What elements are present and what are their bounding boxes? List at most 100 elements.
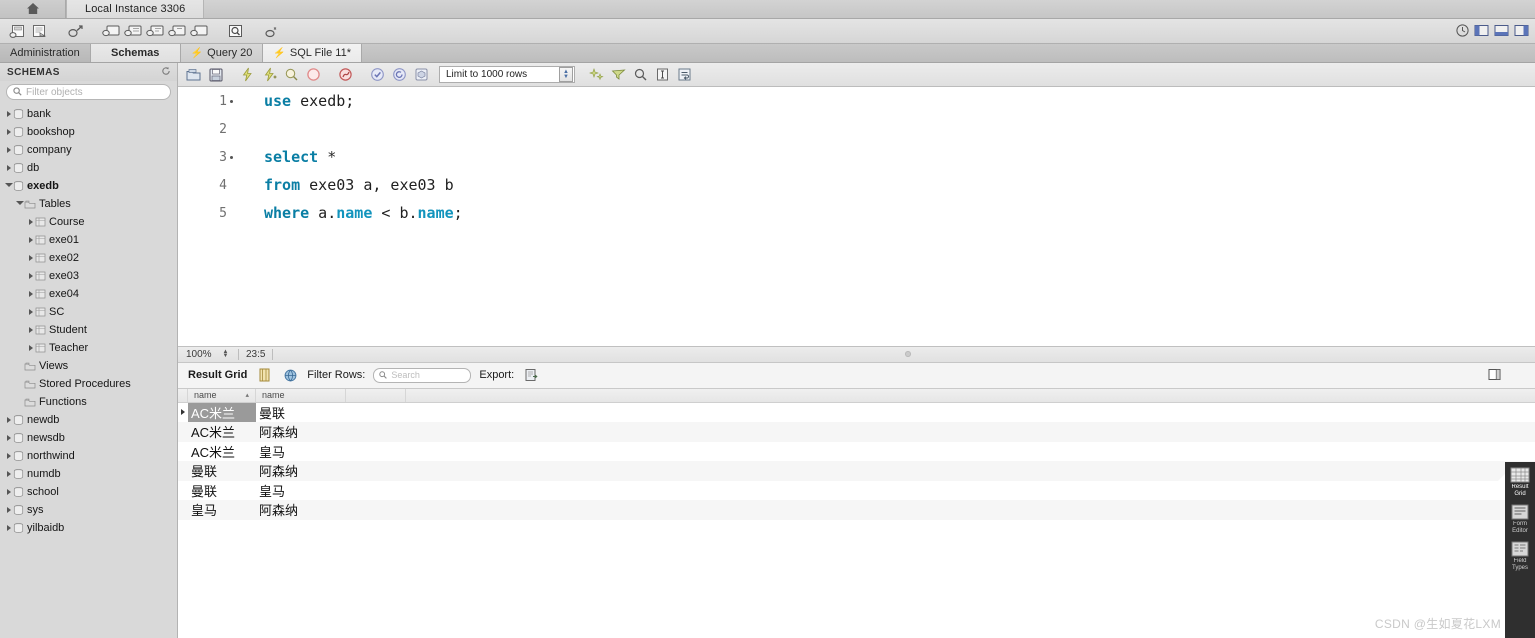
cell-name-a[interactable]: AC米兰 <box>188 422 256 442</box>
table-row[interactable]: 皇马 阿森纳 <box>178 500 1535 520</box>
autocommit-icon[interactable] <box>411 65 432 85</box>
rail-item-field-types[interactable]: Field Types <box>1506 540 1534 572</box>
cell-name-a[interactable]: 曼联 <box>188 461 256 481</box>
grid-icon[interactable] <box>255 366 273 384</box>
tab-administration[interactable]: Administration <box>0 44 91 62</box>
tree-item-yilbaidb[interactable]: yilbaidb <box>0 519 177 537</box>
explain-icon[interactable] <box>281 65 302 85</box>
refresh-icon[interactable] <box>161 66 171 79</box>
tab-query-20[interactable]: ⚡ Query 20 <box>180 44 264 62</box>
tree-item-student[interactable]: Student <box>0 321 177 339</box>
new-schema-icon[interactable] <box>6 21 28 41</box>
chevron-right-icon[interactable] <box>4 519 13 537</box>
execute-icon[interactable] <box>237 65 258 85</box>
tree-item-tables[interactable]: Tables <box>0 195 177 213</box>
chevron-right-icon[interactable] <box>4 465 13 483</box>
tree-item-exe02[interactable]: exe02 <box>0 249 177 267</box>
chevron-down-icon[interactable] <box>15 195 24 213</box>
search-icon[interactable] <box>630 65 651 85</box>
code-line[interactable]: 3 select * <box>178 143 1535 171</box>
chevron-right-icon[interactable] <box>4 429 13 447</box>
chevron-right-icon[interactable] <box>4 411 13 429</box>
tree-item-northwind[interactable]: northwind <box>0 447 177 465</box>
tree-item-newdb[interactable]: newdb <box>0 411 177 429</box>
rollback-icon[interactable] <box>389 65 410 85</box>
cell-name-b[interactable]: 阿森纳 <box>256 461 346 481</box>
results-splitter[interactable] <box>280 351 1535 357</box>
stop-on-error-icon[interactable] <box>335 65 356 85</box>
table-row[interactable]: AC米兰 阿森纳 <box>178 422 1535 442</box>
result-grid-rows[interactable]: AC米兰 曼联 AC米兰 阿森纳 AC米兰 皇马 曼联 阿森纳 曼联 皇马 皇马 阿森纳 <box>178 402 1535 520</box>
tree-item-exedb[interactable]: exedb <box>0 177 177 195</box>
cell-name-a[interactable]: 曼联 <box>188 481 256 501</box>
new-query-3-icon[interactable] <box>166 21 188 41</box>
tree-item-school[interactable]: school <box>0 483 177 501</box>
chevron-right-icon[interactable] <box>4 501 13 519</box>
tree-item-functions[interactable]: Functions <box>0 393 177 411</box>
chevron-right-icon[interactable] <box>4 105 13 123</box>
save-file-icon[interactable] <box>205 65 226 85</box>
chevron-right-icon[interactable] <box>4 483 13 501</box>
chevron-right-icon[interactable] <box>26 249 35 267</box>
cell-name-b[interactable]: 阿森纳 <box>256 500 346 520</box>
new-query-1-icon[interactable] <box>122 21 144 41</box>
toggle-panel-icon[interactable] <box>1488 368 1501 384</box>
column-header-name-a[interactable]: name ▴ <box>188 388 256 402</box>
connection-tab-local-instance[interactable]: Local Instance 3306 <box>66 0 205 18</box>
help-icon[interactable] <box>1456 23 1469 40</box>
chevron-right-icon[interactable] <box>4 159 13 177</box>
tree-item-bookshop[interactable]: bookshop <box>0 123 177 141</box>
toggle-sidebar-icon[interactable] <box>1474 24 1489 40</box>
chevron-right-icon[interactable] <box>26 321 35 339</box>
export-icon[interactable] <box>522 366 540 384</box>
toggle-output-icon[interactable] <box>1494 24 1509 40</box>
code-line[interactable]: 5 where a.name < b.name; <box>178 199 1535 227</box>
tree-item-exe01[interactable]: exe01 <box>0 231 177 249</box>
chevron-right-icon[interactable] <box>4 123 13 141</box>
result-grid-tab-label[interactable]: Result Grid <box>188 369 247 381</box>
sql-code-area[interactable]: 1 use exedb; 2 3 select * 4 from exe03 a, exe0… <box>178 87 1535 346</box>
tree-item-views[interactable]: Views <box>0 357 177 375</box>
wrap-lines-icon[interactable] <box>674 65 695 85</box>
chevron-right-icon[interactable] <box>26 285 35 303</box>
table-row[interactable]: 曼联 皇马 <box>178 481 1535 501</box>
code-line[interactable]: 4 from exe03 a, exe03 b <box>178 171 1535 199</box>
chevron-right-icon[interactable] <box>26 213 35 231</box>
column-header-name-b[interactable]: name <box>256 388 346 402</box>
open-file-icon[interactable] <box>183 65 204 85</box>
new-query-tab-icon[interactable] <box>100 21 122 41</box>
limit-rows-select[interactable]: Limit to 1000 rows ▲ ▼ <box>439 66 575 83</box>
result-grid[interactable]: name ▴ name AC米兰 曼联 AC米兰 阿森纳 AC米兰 皇马 曼联 阿森纳 曼联 皇马… <box>178 388 1535 638</box>
rail-item-result-grid[interactable]: Result Grid <box>1506 466 1534 498</box>
tree-item-course[interactable]: Course <box>0 213 177 231</box>
tree-item-company[interactable]: company <box>0 141 177 159</box>
execute-current-icon[interactable] <box>259 65 280 85</box>
cell-name-b[interactable]: 曼联 <box>256 403 346 423</box>
tree-item-numdb[interactable]: numdb <box>0 465 177 483</box>
schema-tree[interactable]: bank bookshop company db exedb Tables Course ex… <box>0 104 177 638</box>
chevron-right-icon[interactable] <box>26 267 35 285</box>
new-query-4-icon[interactable] <box>188 21 210 41</box>
cell-name-b[interactable]: 皇马 <box>256 442 346 462</box>
tree-item-newsdb[interactable]: newsdb <box>0 429 177 447</box>
tree-item-exe03[interactable]: exe03 <box>0 267 177 285</box>
globe-icon[interactable] <box>281 366 299 384</box>
chevron-right-icon[interactable] <box>4 447 13 465</box>
table-row[interactable]: AC米兰 曼联 <box>178 402 1535 423</box>
tree-item-bank[interactable]: bank <box>0 105 177 123</box>
home-tab[interactable] <box>0 0 66 18</box>
stop-icon[interactable] <box>303 65 324 85</box>
code-line[interactable]: 1 use exedb; <box>178 87 1535 115</box>
cell-name-b[interactable]: 皇马 <box>256 481 346 501</box>
code-line[interactable]: 2 <box>178 115 1535 143</box>
commit-icon[interactable] <box>367 65 388 85</box>
chevron-down-icon[interactable] <box>4 177 13 195</box>
open-connection-icon[interactable] <box>64 21 86 41</box>
rail-item-form-editor[interactable]: Form Editor <box>1506 503 1534 535</box>
tab-sql-file-11[interactable]: ⚡ SQL File 11* <box>263 44 362 62</box>
toggle-invisible-icon[interactable] <box>652 65 673 85</box>
schema-filter-input[interactable]: Filter objects <box>6 84 171 100</box>
table-row[interactable]: AC米兰 皇马 <box>178 442 1535 462</box>
tree-item-exe04[interactable]: exe04 <box>0 285 177 303</box>
filter-rows-input[interactable]: Search <box>373 367 472 383</box>
